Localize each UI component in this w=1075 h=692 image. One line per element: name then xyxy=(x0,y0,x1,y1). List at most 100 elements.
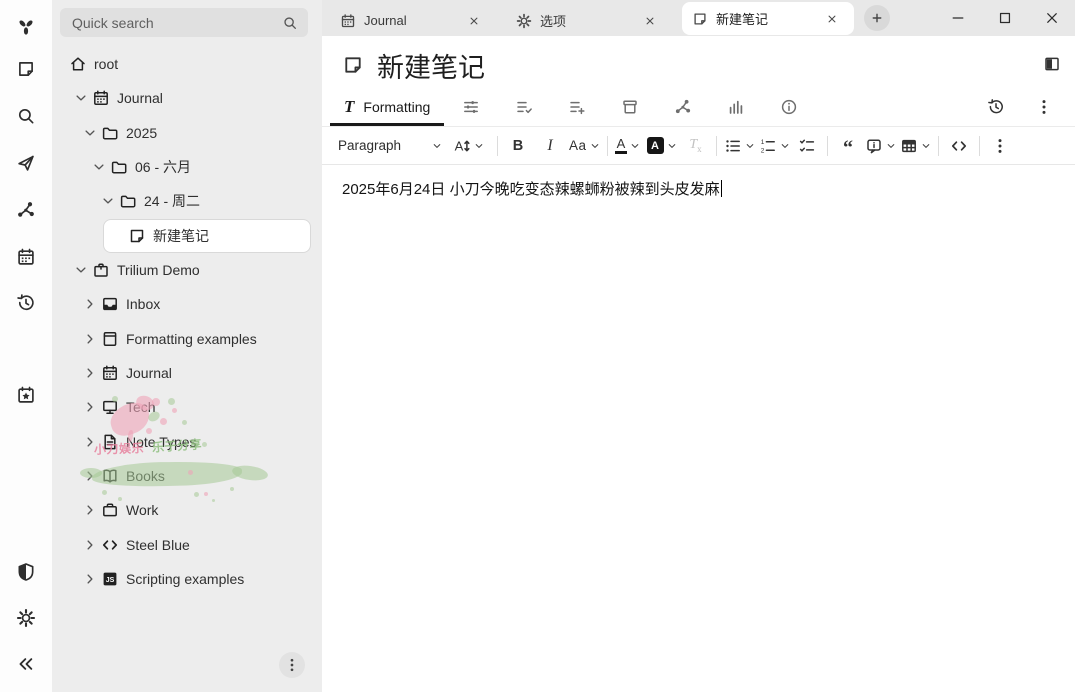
note-revisions-button[interactable] xyxy=(983,92,1009,122)
code-block-button[interactable] xyxy=(946,131,972,161)
tree-item-Work[interactable]: Work xyxy=(52,493,322,527)
tree-expander-icon[interactable] xyxy=(74,91,88,105)
tree-expander-icon[interactable] xyxy=(83,538,97,552)
note-paths-button[interactable] xyxy=(603,88,656,126)
tree-item-label: 06 - 六月 xyxy=(135,157,191,177)
todo-list-button[interactable] xyxy=(794,131,820,161)
calendar-icon xyxy=(16,247,36,267)
tree-expander-icon[interactable] xyxy=(101,194,115,208)
jump-to-note-button[interactable] xyxy=(14,151,38,175)
tree-item-root[interactable]: root xyxy=(52,47,322,81)
tree-item-Journal[interactable]: Journal xyxy=(52,81,322,115)
paragraph-style-label: Paragraph xyxy=(338,138,401,153)
note-text: 2025年6月24日 小刀今晚吃变态辣螺蛳粉被辣到头皮发麻 xyxy=(342,181,720,198)
bold-button[interactable]: B xyxy=(505,131,531,161)
font-size-dropdown[interactable]: A xyxy=(446,131,490,161)
ribbon-tab-formatting[interactable]: T Formatting xyxy=(330,88,444,126)
calendar-icon xyxy=(92,89,110,107)
tree-actions-button[interactable] xyxy=(279,652,305,678)
inherited-attributes-button[interactable] xyxy=(550,88,603,126)
tree-expander-icon[interactable] xyxy=(83,366,97,380)
tree-expander-icon[interactable] xyxy=(83,332,97,346)
bold-icon: B xyxy=(513,138,523,154)
numbered-list-dropdown[interactable]: 12 xyxy=(759,131,790,161)
tree-item-2025[interactable]: 2025 xyxy=(52,116,322,150)
protected-session-button[interactable] xyxy=(14,560,38,584)
paragraph-style-dropdown[interactable]: Paragraph xyxy=(334,131,446,161)
note-type-icon[interactable] xyxy=(342,54,364,76)
tree-expander-icon[interactable] xyxy=(74,263,88,277)
text-case-dropdown[interactable]: Aa xyxy=(569,131,600,161)
similar-notes-button[interactable] xyxy=(709,88,762,126)
folder-icon xyxy=(101,124,119,142)
tree-item-Books[interactable]: Books xyxy=(52,459,322,493)
tree-item-Scripting examples[interactable]: JS Scripting examples xyxy=(52,562,322,596)
tree-item-新建笔记[interactable]: 新建笔记 xyxy=(52,219,322,253)
tree-expander-icon[interactable] xyxy=(83,572,97,586)
tree-item-24 - 周二[interactable]: 24 - 周二 xyxy=(52,184,322,218)
tree-expander-icon[interactable] xyxy=(92,160,106,174)
window-minimize-button[interactable] xyxy=(942,3,973,33)
note-editor[interactable]: 2025年6月24日 小刀今晚吃变态辣螺蛳粉被辣到头皮发麻 xyxy=(322,165,1075,692)
toolbar-more-button[interactable] xyxy=(987,131,1013,161)
tree-expander-icon[interactable] xyxy=(83,297,97,311)
toolbar-separator xyxy=(607,136,608,156)
search-icon xyxy=(16,106,36,126)
italic-button[interactable]: I xyxy=(537,131,563,161)
admonition-dropdown[interactable] xyxy=(865,131,896,161)
bulleted-list-dropdown[interactable] xyxy=(724,131,755,161)
note-title[interactable]: 新建笔记 xyxy=(377,46,485,85)
ribbon-tab-label: Formatting xyxy=(363,99,430,115)
calendar-button[interactable] xyxy=(14,245,38,269)
owned-attributes-button[interactable] xyxy=(497,88,550,126)
tree-expander-icon[interactable] xyxy=(83,469,97,483)
new-note-button[interactable] xyxy=(14,57,38,81)
tab-新建笔记[interactable]: 新建笔记 xyxy=(682,2,854,35)
tree-expander-icon[interactable] xyxy=(83,400,97,414)
font-color-dropdown[interactable]: A xyxy=(615,131,641,161)
tree-item-Tech[interactable]: Tech xyxy=(52,390,322,424)
note-map-button[interactable] xyxy=(14,198,38,222)
tree-item-Inbox[interactable]: Inbox xyxy=(52,287,322,321)
tab-Journal[interactable]: Journal xyxy=(330,5,496,36)
chevron-down-icon xyxy=(921,141,931,151)
settings-button[interactable] xyxy=(14,606,38,630)
tab-close-button[interactable] xyxy=(828,11,844,27)
info-icon xyxy=(780,98,798,116)
blockquote-button[interactable]: “ xyxy=(835,131,861,161)
window-maximize-button[interactable] xyxy=(989,3,1020,33)
tab-选项[interactable]: 选项 xyxy=(506,5,672,36)
note-detail-pane: 新建笔记 T Formatting Paragraph xyxy=(322,36,1075,692)
collapse-pane-button[interactable] xyxy=(14,652,38,676)
recent-changes-button[interactable] xyxy=(14,291,38,315)
background-color-dropdown[interactable]: A xyxy=(647,131,677,161)
ribbon-more-button[interactable] xyxy=(1031,92,1057,122)
tab-close-button[interactable] xyxy=(470,13,486,29)
note-info-button[interactable] xyxy=(762,88,815,126)
today-button[interactable] xyxy=(14,383,38,407)
new-tab-button[interactable] xyxy=(864,5,890,31)
insert-table-dropdown[interactable] xyxy=(900,131,931,161)
trilium-logo-button[interactable] xyxy=(14,15,38,39)
quick-search-input[interactable] xyxy=(70,14,282,32)
tab-close-button[interactable] xyxy=(646,13,662,29)
tree-item-Formatting examples[interactable]: Formatting examples xyxy=(52,322,322,356)
tree-item-label: Formatting examples xyxy=(126,331,257,347)
window-close-button[interactable] xyxy=(1036,3,1067,33)
history-icon xyxy=(987,98,1005,116)
tree-expander-icon[interactable] xyxy=(83,126,97,140)
basic-properties-button[interactable] xyxy=(444,88,497,126)
create-split-button[interactable] xyxy=(1043,55,1061,76)
tree-item-label: Scripting examples xyxy=(126,571,244,587)
note-map-button[interactable] xyxy=(656,88,709,126)
search-button[interactable] xyxy=(14,104,38,128)
quick-search[interactable] xyxy=(60,8,308,37)
tree-item-Steel Blue[interactable]: Steel Blue xyxy=(52,528,322,562)
tab-label: 新建笔记 xyxy=(716,9,768,28)
tree-item-Note Types[interactable]: Note Types xyxy=(52,425,322,459)
tree-item-Journal[interactable]: Journal xyxy=(52,356,322,390)
tree-expander-icon[interactable] xyxy=(83,503,97,517)
tree-item-06 - 六月[interactable]: 06 - 六月 xyxy=(52,150,322,184)
tree-item-Trilium Demo[interactable]: Trilium Demo xyxy=(52,253,322,287)
tree-expander-icon[interactable] xyxy=(83,435,97,449)
